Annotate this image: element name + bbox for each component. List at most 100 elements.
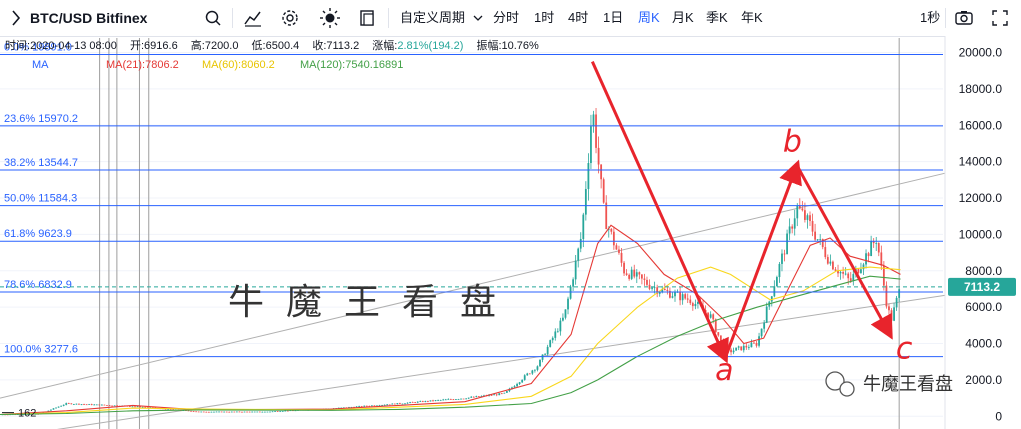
candle-body — [465, 398, 468, 400]
candle-body — [449, 399, 452, 400]
candle-body — [750, 342, 753, 348]
candle-body — [477, 396, 480, 397]
candle-body — [747, 347, 750, 349]
candle-body — [880, 252, 883, 266]
candle-body — [95, 404, 98, 406]
candle-body — [778, 263, 781, 278]
candle-body — [500, 393, 503, 395]
candle-body — [860, 269, 862, 273]
wave-label-a: a — [715, 353, 733, 388]
amplitude-label: 振幅: — [476, 38, 501, 52]
candle-body — [70, 403, 73, 405]
candle-body — [829, 261, 832, 264]
close-value: 7113.2 — [326, 40, 359, 52]
candle-body — [284, 410, 287, 412]
chart-grid — [0, 38, 943, 429]
candle-body — [587, 163, 590, 189]
candle-body — [80, 404, 83, 406]
candle-body — [472, 396, 475, 398]
candle-body — [396, 403, 399, 405]
candle-body — [783, 253, 786, 255]
candle-body — [195, 411, 198, 413]
candle-body — [467, 397, 470, 399]
wave-arrow-a — [590, 61, 729, 364]
candle-body — [98, 404, 101, 406]
candle-body — [90, 404, 93, 405]
candle-body — [276, 411, 279, 412]
candle-body — [824, 247, 827, 258]
candle-body — [399, 403, 401, 404]
change-value: 2.81%(194.2) — [397, 40, 463, 52]
candle-body — [220, 411, 223, 413]
candle-body — [406, 402, 409, 404]
candle-body — [760, 328, 763, 337]
candle-body — [620, 252, 623, 263]
candle-body — [233, 411, 236, 413]
candle-body — [503, 392, 506, 394]
candle-body — [452, 399, 455, 401]
y-tick-label: 4000.0 — [965, 337, 1002, 351]
open-label: 开: — [130, 40, 144, 52]
candle-body — [890, 310, 893, 321]
candle-body — [531, 370, 534, 374]
candle-body — [388, 404, 391, 406]
candle-body — [534, 369, 536, 371]
candle-body — [857, 269, 860, 273]
brand-badge: 牛魔王看盘 — [825, 371, 953, 397]
candle-body — [666, 289, 669, 291]
candle-body — [88, 404, 91, 405]
fib-level-label: 100.0% 3277.6 — [4, 344, 78, 356]
candle-body — [893, 307, 895, 321]
candle-body — [717, 332, 720, 336]
candle-body — [651, 287, 653, 289]
candle-body — [793, 218, 796, 229]
candle-body — [416, 401, 419, 403]
candle-body — [814, 231, 816, 240]
candle-body — [432, 400, 434, 402]
change-label: 涨幅: — [372, 39, 397, 52]
candle-body — [457, 399, 460, 400]
svg-text:时间:2020-04-13 08:00 开:: 时间:2020-04-13 08:00 开:6916.6 高:7200.0 低:… — [5, 38, 539, 52]
price-axis: 0 2000.0 4000.0 6000.0 8000.0 10000.0 12000.0 1… — [944, 36, 1021, 429]
candle-body — [781, 253, 783, 264]
candle-body — [686, 298, 689, 300]
candle-body — [404, 403, 406, 405]
candle-body — [742, 345, 745, 351]
candle-body — [251, 411, 254, 413]
candle-body — [470, 396, 473, 398]
candle-body — [281, 411, 284, 412]
candle-body — [628, 274, 631, 279]
candle-body — [370, 405, 373, 407]
candle-body — [765, 306, 768, 323]
y-tick-label: 0 — [995, 409, 1002, 423]
candle-body — [197, 411, 200, 413]
candle-body — [719, 335, 722, 341]
candle-body — [393, 403, 396, 405]
candle-body — [279, 411, 282, 413]
candle-body — [602, 179, 605, 203]
candle-body — [134, 406, 136, 408]
candle-body — [269, 411, 271, 413]
candle-body — [238, 411, 241, 413]
candle-body — [788, 226, 791, 234]
ma-label: MA — [32, 59, 49, 71]
candle-body — [679, 291, 681, 301]
candle-body — [493, 394, 496, 396]
price-chart[interactable]: 0.0% 19891.023.6% 15970.238.2% 13544.750… — [0, 0, 1021, 429]
candle-body — [223, 411, 226, 413]
candle-body — [495, 394, 498, 396]
candle-body — [577, 248, 580, 261]
candle-body — [424, 400, 427, 402]
candle-body — [554, 331, 557, 338]
candle-body — [67, 403, 70, 404]
candle-body — [521, 379, 524, 383]
candle-body — [549, 340, 552, 347]
candle-body — [129, 406, 131, 407]
candle-body — [539, 359, 541, 367]
candle-body — [526, 373, 529, 376]
candle-body — [243, 411, 246, 413]
candle-body — [391, 403, 394, 405]
candle-body — [271, 411, 274, 413]
candle-body — [72, 404, 75, 405]
candle-body — [691, 303, 694, 307]
